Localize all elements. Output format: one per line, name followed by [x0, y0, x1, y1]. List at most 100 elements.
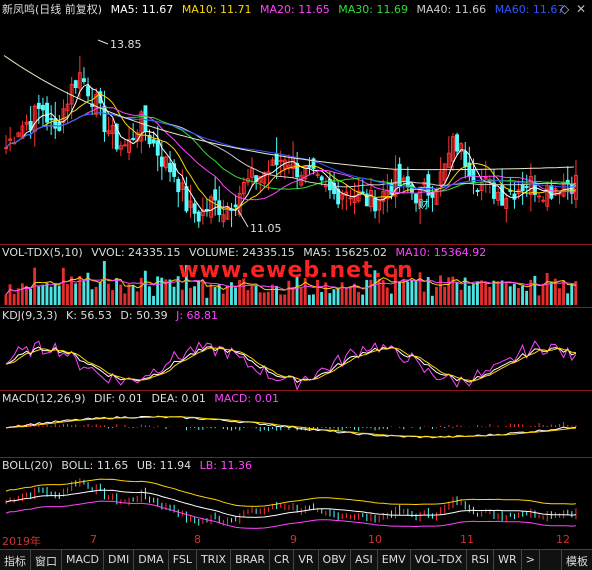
volume-bar	[549, 281, 553, 305]
axis-label-aug: 8	[194, 533, 201, 546]
candle-body	[512, 193, 517, 200]
boll-ub-label: UB: 11.94	[136, 459, 192, 472]
volume-bar	[476, 281, 479, 305]
candle-body	[151, 139, 156, 144]
volume-bar	[29, 289, 32, 305]
tab-obv[interactable]: OBV	[319, 550, 351, 570]
candle-body	[500, 184, 505, 206]
tab-rsi[interactable]: RSI	[467, 550, 495, 570]
kdj-panel[interactable]: KDJ(9,3,3) K: 56.53 D: 50.39 J: 68.81	[0, 308, 592, 390]
ma60-label: MA60: 11.67	[494, 3, 565, 16]
candle-body	[184, 186, 189, 212]
candle-body	[278, 159, 283, 162]
boll-panel[interactable]: BOLL(20) BOLL: 11.65 UB: 11.94 LB: 11.36	[0, 458, 592, 532]
volume-bar	[201, 279, 205, 305]
volume-bar	[197, 280, 201, 305]
kdj-d-label: D: 50.39	[120, 309, 168, 322]
volume-bar	[279, 294, 283, 305]
volume-bar	[98, 282, 102, 305]
tab-emv[interactable]: EMV	[378, 550, 411, 570]
macd-value-label: MACD: 0.01	[214, 392, 280, 405]
candle-body	[483, 176, 488, 179]
tab-fsl[interactable]: FSL	[169, 550, 197, 570]
tab-trix[interactable]: TRIX	[197, 550, 232, 570]
volume-bar	[369, 279, 373, 305]
volume-bar	[537, 295, 541, 305]
volume-bar	[558, 288, 561, 305]
volume-bar	[275, 285, 278, 305]
volume-bar	[398, 281, 401, 305]
macd-dea-label: DEA: 0.01	[151, 392, 206, 405]
volume-bar	[332, 289, 336, 305]
volume-bar	[348, 287, 352, 305]
candle-body	[159, 156, 164, 167]
volume-bar	[357, 291, 360, 305]
tab-template[interactable]: 模板	[561, 550, 592, 570]
candle-body	[463, 151, 468, 167]
candle-body	[430, 192, 435, 198]
tab-vr[interactable]: VR	[294, 550, 319, 570]
tab-dmi[interactable]: DMI	[104, 550, 135, 570]
tab-indicator[interactable]: 指标	[0, 550, 31, 570]
high-marker-line	[97, 39, 109, 45]
tab-window[interactable]: 窗口	[31, 550, 62, 570]
macd-header: MACD(12,26,9) DIF: 0.01 DEA: 0.01 MACD: …	[2, 392, 284, 406]
tab-wr[interactable]: WR	[494, 550, 522, 570]
close-icon[interactable]: ✕	[576, 2, 586, 16]
tab-more-arrow[interactable]: >	[522, 550, 540, 570]
tab-cr[interactable]: CR	[270, 550, 295, 570]
volume-bar	[57, 285, 61, 305]
ma5-line	[5, 83, 577, 212]
tab-macd[interactable]: MACD	[62, 550, 104, 570]
volume-bar	[90, 289, 94, 305]
volume-bar	[291, 286, 295, 305]
candle-body	[45, 102, 49, 123]
candle-body	[307, 165, 312, 168]
volume-bar	[82, 281, 86, 305]
candle-body	[233, 204, 238, 208]
price-panel[interactable]: 新凤鸣(日线 前复权) MA5: 11.67 MA10: 11.71 MA20:…	[0, 0, 592, 244]
volume-bar	[435, 286, 438, 305]
candle-body	[319, 176, 324, 181]
candle-body	[36, 102, 41, 109]
tab-dma[interactable]: DMA	[134, 550, 169, 570]
price-header: 新凤鸣(日线 前复权) MA5: 11.67 MA10: 11.71 MA20:…	[2, 3, 569, 17]
volume-bar	[455, 282, 459, 305]
volume-bar	[74, 283, 78, 305]
candle-body	[143, 105, 148, 133]
volume-bar	[20, 283, 24, 305]
volume-bar	[205, 297, 209, 305]
volume-bar	[508, 286, 512, 305]
volume-bar	[340, 282, 344, 305]
tab-vol-tdx[interactable]: VOL-TDX	[411, 550, 468, 570]
volume-bar	[504, 281, 508, 305]
volume-bar	[107, 283, 110, 305]
finance-marker[interactable]: 财	[418, 196, 429, 212]
price-chart[interactable]	[0, 0, 592, 244]
volume-bar	[37, 286, 41, 305]
volume-bar	[131, 285, 135, 305]
macd-panel[interactable]: MACD(12,26,9) DIF: 0.01 DEA: 0.01 MACD: …	[0, 391, 592, 457]
volume-bar	[365, 279, 369, 305]
volume-bar	[283, 294, 287, 305]
volume-bar	[66, 284, 69, 305]
volume-bar	[430, 295, 434, 305]
tab-brar[interactable]: BRAR	[231, 550, 271, 570]
candle-body	[82, 78, 86, 82]
volume-bar	[12, 294, 16, 305]
candle-body	[475, 189, 480, 192]
candle-body	[41, 104, 45, 111]
tab-asi[interactable]: ASI	[351, 550, 378, 570]
volume-bar	[238, 279, 242, 305]
axis-label-nov: 11	[460, 533, 474, 546]
volume-bar	[41, 284, 45, 305]
candle-body	[49, 118, 54, 121]
axis-label-sep: 9	[290, 533, 297, 546]
low-price-label: 11.05	[250, 222, 282, 235]
ma20-line	[5, 106, 577, 201]
volume-bar	[517, 287, 520, 305]
diamond-icon[interactable]: ◇	[560, 2, 569, 16]
candle-body	[217, 200, 222, 216]
volume-bar	[49, 286, 53, 305]
volume-bar	[250, 285, 254, 305]
